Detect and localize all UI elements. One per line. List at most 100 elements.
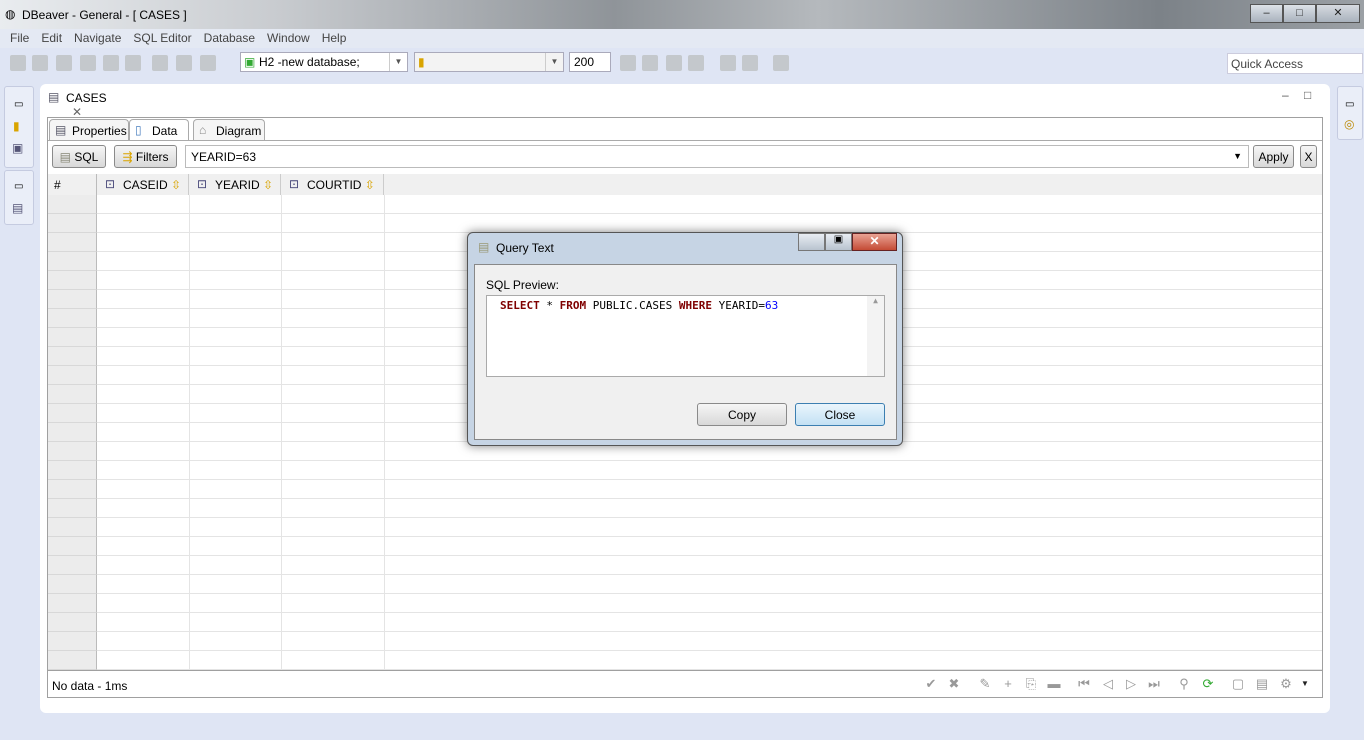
restore-icon[interactable]: ▭: [14, 181, 23, 192]
disconnect-icon[interactable]: [56, 55, 72, 71]
connection-value: H2 -new database;: [259, 55, 360, 69]
row-header-cell: [48, 366, 97, 385]
column-header-courtid[interactable]: ⊡ COURTID ⇳: [281, 174, 384, 195]
restore-icon[interactable]: ▭: [14, 99, 23, 110]
row-header-cell: [48, 309, 97, 328]
clear-filter-button[interactable]: X: [1300, 145, 1317, 168]
empty-grid-row: [48, 556, 1322, 575]
menu-sql-editor[interactable]: SQL Editor: [127, 29, 197, 48]
new-row-icon[interactable]: [720, 55, 736, 71]
fetch-size-input[interactable]: 200: [569, 52, 611, 72]
open-script-icon[interactable]: [103, 55, 119, 71]
reconnect-icon[interactable]: [32, 55, 48, 71]
empty-grid-row: [48, 195, 1322, 214]
copy-row-icon[interactable]: ⎘: [1024, 677, 1038, 691]
maximize-editor-icon[interactable]: □: [1304, 88, 1311, 102]
previous-icon[interactable]: ◁: [1101, 677, 1115, 691]
status-text: No data - 1ms: [52, 679, 128, 693]
connection-selector[interactable]: ▣ H2 -new database; ▼: [240, 52, 408, 72]
tab-diagram[interactable]: ⌂ Diagram: [193, 119, 265, 141]
cancel-changes-icon[interactable]: ✖: [947, 677, 961, 691]
column-header-yearid[interactable]: ⊡ YEARID ⇳: [189, 174, 281, 195]
database-navigator-icon[interactable]: ▮: [13, 119, 20, 133]
minimize-button[interactable]: –: [1250, 4, 1283, 23]
menu-window[interactable]: Window: [261, 29, 316, 48]
first-page-icon[interactable]: ⏮: [1077, 677, 1091, 691]
filters-button[interactable]: ⇶ Filters: [114, 145, 177, 168]
row-header-cell: [48, 613, 97, 632]
record-mode-icon[interactable]: ▤: [1255, 677, 1269, 691]
restore-icon[interactable]: ▭: [1345, 99, 1354, 110]
tab-properties[interactable]: ▤ Properties: [49, 119, 129, 141]
menu-database[interactable]: Database: [198, 29, 261, 48]
sql-button[interactable]: ▤ SQL: [52, 145, 106, 168]
menu-edit[interactable]: Edit: [35, 29, 68, 48]
tab-data[interactable]: ▯ Data: [129, 119, 189, 141]
sort-icon[interactable]: ⇳: [171, 178, 181, 192]
save-changes-icon[interactable]: ✔: [924, 677, 938, 691]
cancel-icon[interactable]: [642, 55, 658, 71]
last-page-icon[interactable]: ⏭: [1147, 677, 1161, 691]
menu-file[interactable]: File: [4, 29, 35, 48]
maximize-button[interactable]: □: [1283, 4, 1316, 23]
edit-cell-icon[interactable]: ✎: [978, 677, 992, 691]
export-icon[interactable]: [773, 55, 789, 71]
dialog-close-icon[interactable]: ✕: [852, 233, 897, 251]
row-header-cell: [48, 233, 97, 252]
minimize-editor-icon[interactable]: –: [1282, 88, 1289, 102]
panels-icon[interactable]: ▢: [1231, 677, 1245, 691]
scrollbar[interactable]: ▲: [867, 296, 884, 376]
fetch-all-icon[interactable]: ⚲: [1177, 677, 1191, 691]
document-icon: ▤: [59, 150, 71, 164]
connect-icon[interactable]: [10, 55, 26, 71]
outline-icon[interactable]: ◎: [1344, 117, 1354, 131]
menu-help[interactable]: Help: [316, 29, 353, 48]
empty-grid-row: [48, 575, 1322, 594]
undo-icon[interactable]: [666, 55, 682, 71]
next-icon[interactable]: ▷: [1124, 677, 1138, 691]
sql-text: YEARID=: [711, 299, 765, 312]
filter-input[interactable]: YEARID=63 ▼: [185, 145, 1249, 168]
quick-access-input[interactable]: Quick Access: [1227, 53, 1363, 74]
commit-icon[interactable]: [152, 55, 168, 71]
sql-preview-text[interactable]: SELECT * FROM PUBLIC.CASES WHERE YEARID=…: [486, 295, 885, 377]
sort-icon[interactable]: ⇳: [365, 178, 375, 192]
row-header-cell: [48, 499, 97, 518]
sql-keyword: SELECT: [500, 299, 540, 312]
delete-row-icon[interactable]: ▬: [1047, 677, 1061, 691]
dialog-minimize-button[interactable]: [798, 233, 825, 251]
row-header-cell: [48, 442, 97, 461]
settings-dropdown-icon[interactable]: ▼: [1298, 677, 1312, 691]
apply-button[interactable]: Apply: [1253, 145, 1294, 168]
copy-button[interactable]: Copy: [697, 403, 787, 426]
menu-navigate[interactable]: Navigate: [68, 29, 127, 48]
projects-icon[interactable]: ▣: [12, 141, 23, 155]
transaction-mode-icon[interactable]: [200, 55, 216, 71]
tab-label: Properties: [72, 124, 127, 138]
row-header-cell: [48, 385, 97, 404]
rollback-icon[interactable]: [176, 55, 192, 71]
menu-bar: File Edit Navigate SQL Editor Database W…: [0, 29, 1364, 48]
database-icon: ▣: [244, 55, 256, 69]
delete-row-icon[interactable]: [742, 55, 758, 71]
redo-icon[interactable]: [688, 55, 704, 71]
settings-gear-icon[interactable]: ⚙: [1279, 677, 1293, 691]
save-icon[interactable]: [620, 55, 636, 71]
filter-history-dropdown-icon[interactable]: ▼: [1233, 151, 1242, 161]
add-row-icon[interactable]: +: [1001, 677, 1015, 691]
query-text-dialog: ▤ Query Text ▣ ✕ SQL Preview: SELECT * F…: [467, 232, 903, 446]
search-icon[interactable]: [125, 55, 141, 71]
schema-selector[interactable]: ▮ ▼: [414, 52, 564, 72]
column-header-caseid[interactable]: ⊡ CASEID ⇳: [97, 174, 189, 195]
new-script-icon[interactable]: [80, 55, 96, 71]
editor-tab-cases[interactable]: ▤ CASES ✕: [44, 86, 124, 119]
sort-icon[interactable]: ⇳: [263, 178, 273, 192]
row-header-cell: [48, 632, 97, 651]
close-button[interactable]: Close: [795, 403, 885, 426]
refresh-icon[interactable]: ⟳: [1201, 677, 1215, 691]
empty-grid-row: [48, 613, 1322, 632]
close-window-button[interactable]: ✕: [1316, 4, 1360, 23]
dialog-maximize-button[interactable]: ▣: [825, 233, 852, 251]
properties-view-icon[interactable]: ▤: [12, 201, 23, 215]
filter-value: YEARID=63: [191, 150, 257, 164]
